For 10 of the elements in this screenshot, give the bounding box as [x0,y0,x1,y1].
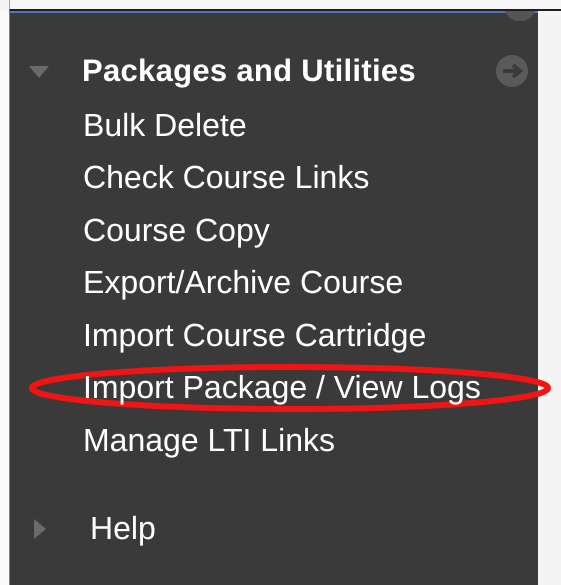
menu-link[interactable]: Bulk Delete [10,106,247,144]
section-title[interactable]: Help [90,510,156,547]
menu-link[interactable]: Import Package / View Logs [10,369,481,406]
arrow-circle-icon[interactable] [495,54,529,88]
menu-link[interactable]: Export/Archive Course [10,264,404,302]
menu-link[interactable]: Course Copy [10,212,270,249]
menu-link[interactable]: Manage LTI Links [10,422,335,459]
menu-link[interactable]: Check Course Links [10,159,370,196]
section-title[interactable]: Packages and Utilities [82,53,416,89]
menu-link[interactable]: Import Course Cartridge [10,316,426,354]
